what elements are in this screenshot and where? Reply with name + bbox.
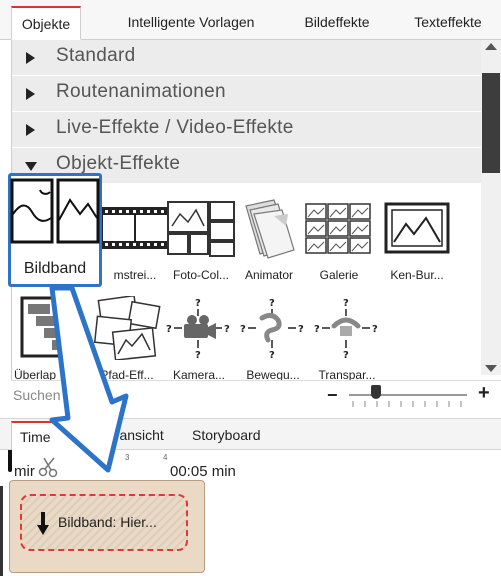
scrollbar-thumb[interactable] [482, 73, 500, 173]
scissors-icon[interactable] [38, 456, 60, 478]
category-routenanimationen[interactable]: Routenanimationen [12, 76, 482, 112]
clip-drop-zone[interactable]: Bildband: Hier... [20, 494, 188, 551]
ruler-time-label: 00:05 min [170, 463, 236, 480]
effect-item-label: Bildband [23, 260, 87, 277]
effect-item-animator[interactable]: Animator [230, 190, 308, 290]
effect-item-galerie[interactable]: Galerie [300, 190, 378, 290]
tab-timeline[interactable]: Time [11, 421, 101, 451]
effect-item-label: Ken-Bur... [390, 268, 444, 282]
category-live-effekte[interactable]: Live-Effekte / Video-Effekte [12, 112, 482, 148]
page-stack-icon [245, 199, 295, 259]
search-bar: Suchen − + [11, 380, 501, 414]
arrow-down-icon [37, 512, 49, 535]
tab-intelligente-vorlagen[interactable]: Intelligente Vorlagen [108, 6, 274, 40]
expand-arrow-icon [26, 124, 35, 136]
tab-texteffekte[interactable]: Texteffekte [398, 6, 498, 40]
svg-text:?: ? [240, 324, 246, 335]
effect-item-kamera[interactable]: ? ? ? ? Kamera... [160, 290, 238, 390]
zoom-slider-handle[interactable] [371, 385, 381, 399]
svg-text:?: ? [269, 350, 275, 360]
svg-text:?: ? [343, 350, 349, 360]
path-effect-icon [93, 296, 161, 360]
tab-bildeffekte[interactable]: Bildeffekte [292, 6, 382, 40]
svg-text:?: ? [343, 298, 349, 309]
ruler-tick: 4 [163, 453, 168, 462]
ruler-tick: 3 [125, 453, 130, 462]
tab-layoutansicht[interactable]: uransicht [101, 421, 181, 451]
category-label: Routenanimationen [56, 81, 226, 102]
tab-objekte[interactable]: Objekte [11, 6, 81, 40]
zoom-slider[interactable] [349, 394, 467, 396]
tab-storyboard[interactable]: Storyboard [186, 421, 276, 451]
effect-item-label: Foto-Col... [172, 268, 229, 282]
motion-question-icon: ? ? ? ? [240, 298, 304, 360]
gallery-icon [305, 203, 371, 254]
svg-text:?: ? [269, 298, 275, 309]
svg-text:?: ? [372, 324, 378, 335]
ruler-time-label: mir [14, 463, 35, 480]
svg-text:?: ? [224, 324, 230, 335]
effect-item-transparenz[interactable]: ? ? ? ? Transpar... [308, 290, 386, 390]
clip-label: Bildband: Hier... [58, 514, 157, 530]
effect-item-label: Galerie [319, 268, 359, 282]
ken-burns-icon [384, 202, 450, 254]
effects-tab-bar: Objekte Intelligente Vorlagen Bildeffekt… [0, 0, 501, 40]
overlap-icon [20, 296, 78, 358]
category-standard[interactable]: Standard [12, 40, 482, 76]
photo-collage-icon [167, 201, 235, 257]
effect-item-bewegung[interactable]: ? ? ? ? Bewegu... [234, 290, 312, 390]
playhead-marker[interactable] [8, 450, 12, 472]
effect-item-ken-burns[interactable]: Ken-Bur... [378, 190, 456, 290]
category-label: Live-Effekte / Video-Effekte [56, 117, 294, 138]
timeline-tab-bar: Time uransicht Storyboard [0, 418, 501, 451]
svg-text:?: ? [166, 324, 172, 335]
zoom-ticks [352, 401, 462, 407]
film-strip-icon [101, 207, 169, 249]
effect-item-pfad-effekt[interactable]: Pfad-Eff... [88, 290, 166, 390]
scroll-down-icon[interactable] [485, 365, 497, 372]
photo-strip-icon [10, 178, 100, 244]
effect-item-label: Animator [244, 268, 294, 282]
svg-text:?: ? [298, 324, 304, 335]
expand-arrow-icon [26, 52, 35, 64]
effect-item-ueberlappung[interactable]: Überlap [10, 290, 88, 390]
search-input[interactable]: Suchen [13, 387, 60, 403]
effect-item-foto-collage[interactable]: Foto-Col... [162, 190, 240, 290]
svg-text:?: ? [314, 324, 320, 335]
panel-scrollbar[interactable] [481, 40, 501, 375]
camera-question-icon: ? ? ? ? [166, 298, 230, 360]
expand-arrow-icon [26, 88, 35, 100]
svg-text:?: ? [195, 298, 201, 309]
zoom-in-button[interactable]: + [478, 382, 490, 405]
timeline-clip[interactable]: Bildband: Hier... [9, 480, 205, 573]
category-label: Objekt-Effekte [56, 153, 181, 174]
category-label: Standard [56, 45, 136, 66]
effect-item-bildband[interactable]: Bildband [8, 173, 102, 287]
svg-text:?: ? [195, 350, 201, 360]
collapse-arrow-icon [25, 162, 37, 171]
zoom-out-button[interactable]: − [327, 385, 338, 406]
scroll-up-icon[interactable] [485, 43, 497, 50]
transparency-question-icon: ? ? ? ? [314, 298, 378, 360]
